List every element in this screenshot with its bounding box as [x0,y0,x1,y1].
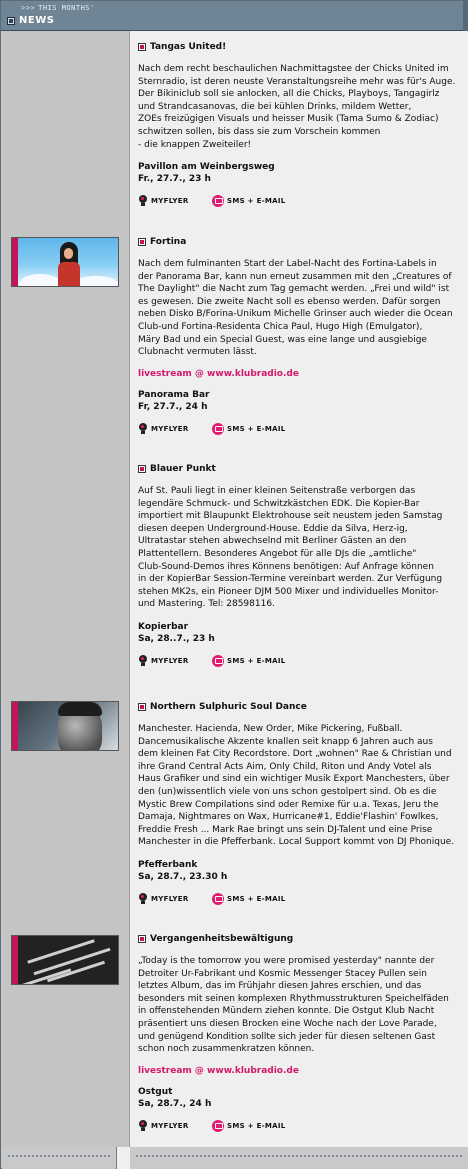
myflyer-button[interactable]: MYFLYER [138,422,189,435]
bullet-icon [138,465,146,473]
sms-email-button[interactable]: SMS + E-MAIL [212,1119,286,1132]
article-actions: MYFLYER SMS + E-MAIL [138,422,458,437]
article-body: Nach dem recht beschaulichen Nachmittags… [138,64,456,150]
news-panel: >>> THIS MONTHS' NEWS Tangas United! Nach… [0,0,468,1169]
news-box-icon [7,17,15,25]
event-date: Sa, 28..7., 23 h [138,633,215,644]
article-body: Auf St. Pauli liegt in einer kleinen Sei… [138,486,443,610]
venue-name: Kopierbar [138,621,189,632]
flyer-bulb-icon [138,422,148,435]
venue-name: Ostgut [138,1086,173,1097]
event-date: Fr., 27.7., 23 h [138,174,211,185]
event-date: Sa, 28.7., 23.30 h [138,871,228,882]
thumbnail-accent-strip [12,936,18,984]
thumbnail-accent-strip [12,702,18,750]
sms-mail-icon [212,195,224,208]
cloud-shape [20,274,60,286]
article-actions: MYFLYER SMS + E-MAIL [138,654,458,669]
event-date: Sa, 28.7., 24 h [138,1098,212,1109]
myflyer-button[interactable]: MYFLYER [138,195,189,207]
footer-divider [136,1155,462,1157]
figure-face [64,248,73,259]
sms-mail-icon [212,422,224,435]
flyer-bulb-icon [138,654,148,667]
cloud-shape [74,276,118,286]
article-title[interactable]: Vergangenheitsbewältigung [138,933,458,945]
arrows-icon: >>> [21,4,36,12]
vergangenheit-thumbnail[interactable] [11,935,119,985]
article-body: Nach dem fulminanten Start der Label-Nac… [138,259,453,358]
panel-header: >>> THIS MONTHS' NEWS [1,1,468,31]
panel-footer [2,1147,468,1169]
sms-mail-icon [212,654,224,667]
portrait-hair [58,702,102,716]
article-title[interactable]: Fortina [138,236,458,248]
article-venue: Pfefferbank Sa, 28.7., 23.30 h [138,859,458,883]
sms-email-button[interactable]: SMS + E-MAIL [212,892,286,905]
fortina-thumbnail[interactable] [11,237,119,287]
sulphur-thumbnail[interactable] [11,701,119,751]
news-article: Tangas United! Nach dem recht beschaulic… [138,41,458,209]
article-actions: MYFLYER SMS + E-MAIL [138,195,458,209]
article-actions: MYFLYER SMS + E-MAIL [138,1119,458,1134]
article-venue: Panorama Bar Fr, 27.7., 24 h [138,389,458,413]
article-actions: MYFLYER SMS + E-MAIL [138,892,458,907]
news-article: Fortina Nach dem fulminanten Start der L… [138,236,458,437]
flyer-bulb-icon [138,195,148,207]
bullet-icon [138,935,146,943]
myflyer-button[interactable]: MYFLYER [138,1119,189,1132]
article-venue: Kopierbar Sa, 28..7., 23 h [138,621,458,645]
event-date: Fr, 27.7., 24 h [138,401,208,412]
footer-divider [8,1155,112,1157]
sms-email-button[interactable]: SMS + E-MAIL [212,422,286,435]
article-title[interactable]: Northern Sulphuric Soul Dance [138,701,458,713]
article-body: „Today is the tomorrow you were promised… [138,956,449,1055]
figure-body [58,262,80,286]
header-subtitle: >>> THIS MONTHS' [21,4,95,12]
footer-tab [116,1147,130,1169]
image-column [2,31,130,1159]
livestream-link[interactable]: livestream @ www.klubradio.de [138,1066,458,1076]
news-article: Blauer Punkt Auf St. Pauli liegt in eine… [138,463,458,669]
bullet-icon [138,238,146,246]
panel-title: NEWS [19,15,55,26]
venue-name: Panorama Bar [138,389,210,400]
news-article: Northern Sulphuric Soul Dance Manchester… [138,701,458,907]
venue-name: Pavillon am Weinbergsweg [138,162,275,173]
sms-mail-icon [212,892,224,905]
news-article: Vergangenheitsbewältigung „Today is the … [138,933,458,1134]
article-title[interactable]: Tangas United! [138,41,458,53]
bullet-icon [138,703,146,711]
sms-email-button[interactable]: SMS + E-MAIL [212,654,286,667]
venue-name: Pfefferbank [138,859,198,870]
article-title[interactable]: Blauer Punkt [138,463,458,475]
sms-mail-icon [212,1119,224,1132]
myflyer-button[interactable]: MYFLYER [138,654,189,667]
flyer-bulb-icon [138,1119,148,1132]
article-body: Manchester. Hacienda, New Order, Mike Pi… [138,724,455,848]
bullet-icon [138,43,146,51]
flyer-bulb-icon [138,892,148,905]
sms-email-button[interactable]: SMS + E-MAIL [212,195,286,208]
header-edge [463,1,468,31]
livestream-link[interactable]: livestream @ www.klubradio.de [138,369,458,379]
thumbnail-accent-strip [12,238,18,286]
article-venue: Pavillon am Weinbergsweg Fr., 27.7., 23 … [138,161,458,185]
image-streak [27,939,95,964]
myflyer-button[interactable]: MYFLYER [138,892,189,905]
article-venue: Ostgut Sa, 28.7., 24 h [138,1086,458,1110]
